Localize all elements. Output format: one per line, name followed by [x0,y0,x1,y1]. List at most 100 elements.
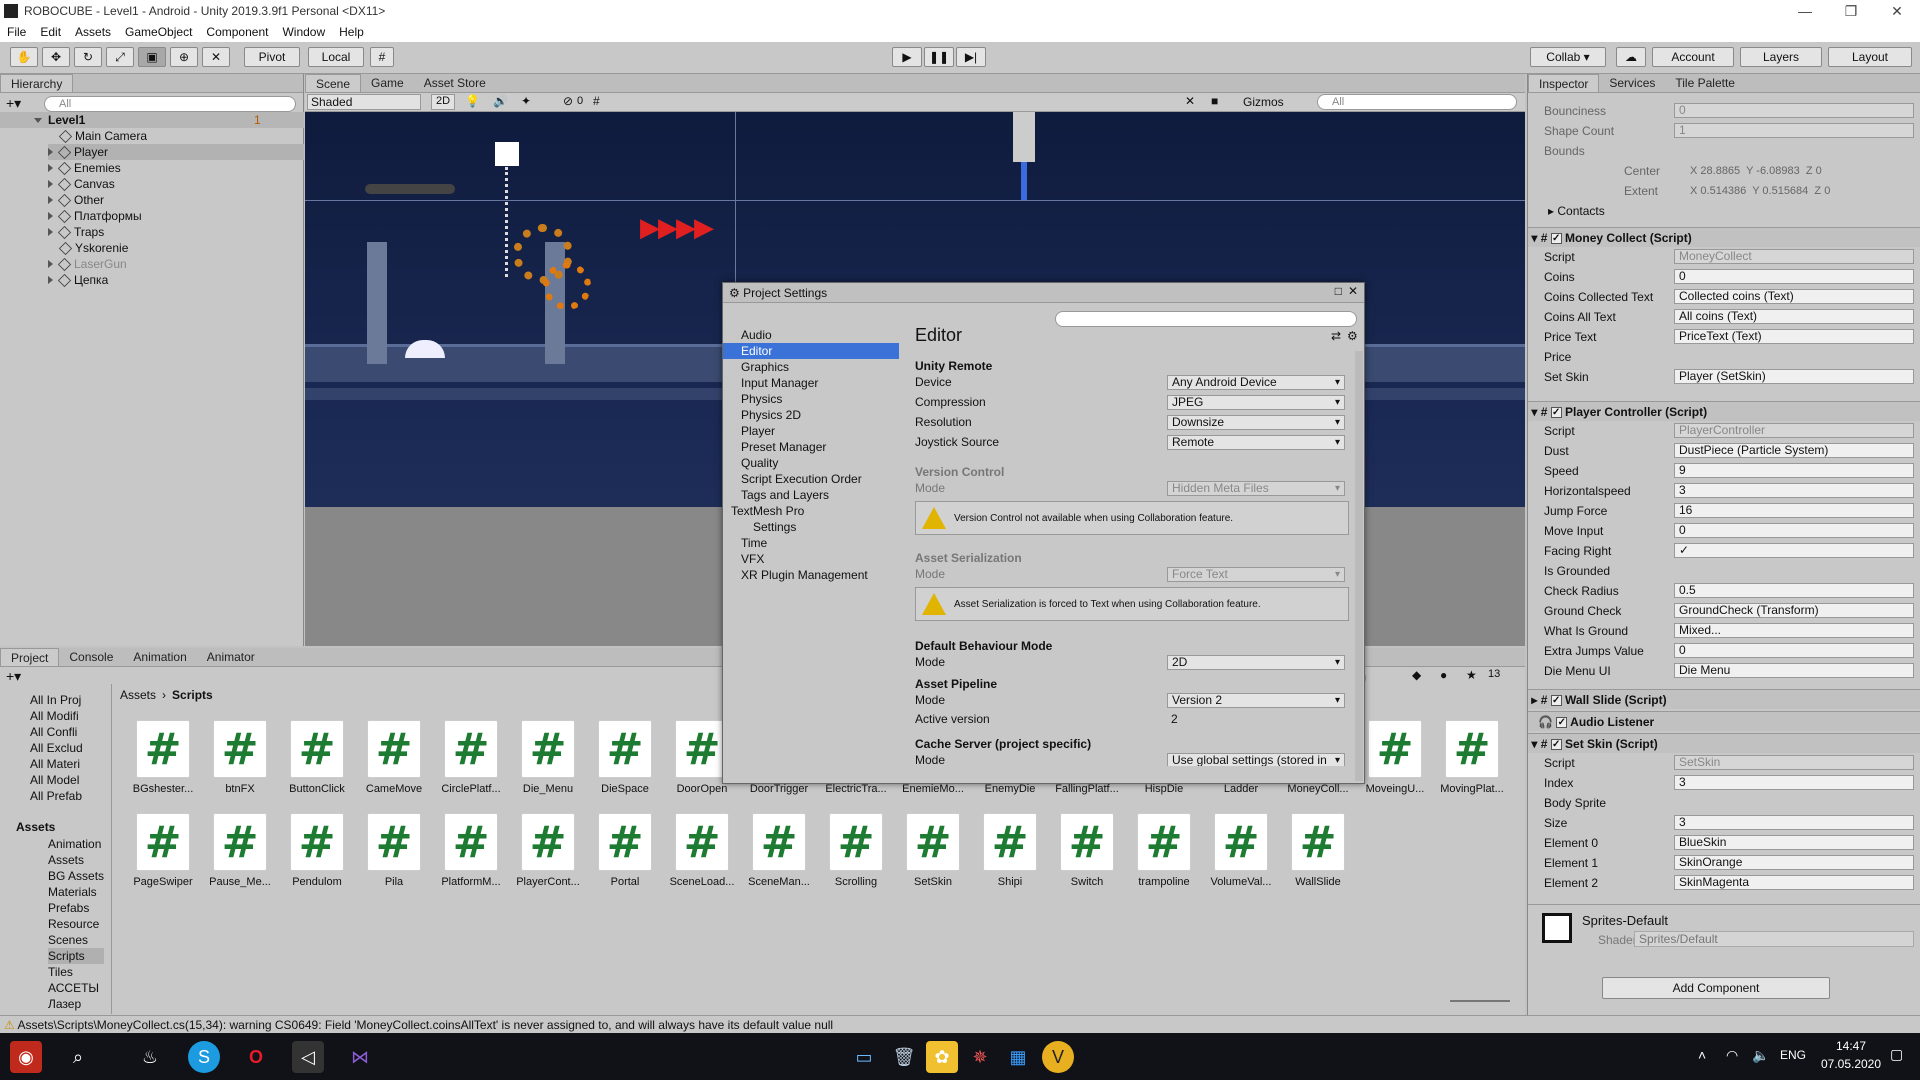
settings-category-item[interactable]: Audio [723,327,899,343]
script-asset[interactable]: # trampoline [1127,813,1201,888]
field-value[interactable]: DustPiece (Particle System) [1674,443,1914,458]
settings-category-item[interactable]: Player [723,423,899,439]
cloud-icon[interactable]: ☁ [1616,47,1646,67]
menu-gameobject[interactable]: GameObject [118,25,199,39]
script-asset[interactable]: # SetSkin [896,813,970,888]
effects-icon[interactable]: ✦ [521,94,531,108]
folder-item[interactable]: АССЕТЫ [48,980,104,996]
search-icon[interactable]: ⌕ [62,1041,94,1073]
favorite-item[interactable]: All Modifi [30,708,83,724]
field-value[interactable]: 0.5 [1674,583,1914,598]
tab-inspector[interactable]: Inspector [1528,74,1600,92]
script-asset[interactable]: # Shipi [973,813,1047,888]
favorite-item[interactable]: All Confli [30,724,83,740]
settings-category-item[interactable]: Settings [723,519,899,535]
money-collect-header[interactable]: ▾ # ✓ Money Collect (Script) [1528,227,1920,247]
v-app-icon[interactable]: V [1042,1041,1074,1073]
script-asset[interactable]: # CirclePlatf... [434,720,508,795]
dialog-close-icon[interactable]: ✕ [1348,284,1358,298]
settings-gear-icon[interactable]: ⚙ [1347,329,1358,343]
hierarchy-search-input[interactable]: All [44,96,296,112]
script-asset[interactable]: # PageSwiper [126,813,200,888]
script-asset[interactable]: # DieSpace [588,720,662,795]
expand-arrow-icon[interactable] [48,196,53,204]
hierarchy-item[interactable]: Other [48,192,104,208]
tab-project[interactable]: Project [0,648,60,666]
hierarchy-item[interactable]: Traps [48,224,104,240]
folder-item[interactable]: Resource [48,916,104,932]
status-bar[interactable]: ⚠ Assets\Scripts\MoneyCollect.cs(15,34):… [0,1015,1920,1033]
script-asset[interactable]: # Portal [588,813,662,888]
settings-category-item[interactable]: Physics [723,391,899,407]
tab-asset-store[interactable]: Asset Store [414,74,496,92]
enable-checkbox[interactable]: ✓ [1556,717,1568,729]
shader-dropdown[interactable]: Sprites/Default [1634,931,1914,947]
field-value[interactable]: Die Menu [1674,663,1914,678]
settings-search-input[interactable] [1055,311,1357,327]
layers-dropdown[interactable]: Layers [1740,47,1822,67]
tab-animator[interactable]: Animator [197,648,265,666]
tab-hierarchy[interactable]: Hierarchy [0,74,74,92]
dialog-titlebar[interactable]: ⚙ Project Settings ✕ □ [723,283,1364,303]
volume-icon[interactable]: 🔈 [1752,1047,1769,1064]
field-value[interactable]: 3 [1674,775,1914,790]
folder-item[interactable]: Scenes [48,932,104,948]
grid-snap-icon[interactable]: # [370,47,394,67]
field-value[interactable]: 0 [1674,523,1914,538]
hierarchy-item[interactable]: Yskorenie [58,240,128,256]
favorite-item[interactable]: All Materi [30,756,83,772]
dialog-scrollbar[interactable] [1355,351,1363,781]
local-button[interactable]: Local [308,47,364,67]
tools-icon[interactable]: ✕ [1185,94,1195,108]
tray-chevron-icon[interactable]: ˄ [1698,1047,1706,1063]
hierarchy-item[interactable]: LaserGun [48,256,127,272]
settings-category-item[interactable]: XR Plugin Management [723,567,899,583]
hierarchy-item[interactable]: Main Camera [58,128,147,144]
recycle-bin-icon[interactable]: 🗑 [888,1041,920,1073]
breadcrumb-scripts[interactable]: Scripts [172,688,213,702]
layout-dropdown[interactable]: Layout [1828,47,1912,67]
field-value[interactable]: BlueSkin [1674,835,1914,850]
icon-size-slider[interactable] [1450,1000,1510,1002]
field-value[interactable]: 16 [1674,503,1914,518]
folder-item[interactable]: Scripts [48,948,105,964]
compression-dropdown[interactable]: JPEG [1167,395,1345,410]
script-asset[interactable]: # MovingPlat... [1435,720,1509,795]
field-value[interactable]: SkinMagenta [1674,875,1914,890]
folder-item[interactable]: Animation [48,836,104,852]
script-asset[interactable]: # WallSlide [1281,813,1355,888]
clock-time[interactable]: 14:47 [1818,1039,1884,1053]
script-asset[interactable]: # Scrolling [819,813,893,888]
settings-category-item[interactable]: TextMesh Pro [723,503,899,519]
settings-category-item[interactable]: Time [723,535,899,551]
lighting-icon[interactable]: 💡 [465,94,480,108]
enable-checkbox[interactable]: ✓ [1550,739,1562,751]
custom-tool-icon[interactable]: ✕ [202,47,230,67]
opera-icon[interactable]: O [240,1041,272,1073]
field-value[interactable]: Player (SetSkin) [1674,369,1914,384]
script-asset[interactable]: # SceneMan... [742,813,816,888]
contacts-foldout[interactable]: ▸ Contacts [1548,202,1918,220]
set-skin-header[interactable]: ▾ # ✓ Set Skin (Script) [1528,733,1920,753]
hierarchy-item[interactable]: Canvas [48,176,115,192]
expand-arrow-icon[interactable] [34,117,42,123]
field-value[interactable]: Collected coins (Text) [1674,289,1914,304]
folder-item[interactable]: Лазер [48,996,104,1012]
language-indicator[interactable]: ENG [1780,1048,1806,1062]
add-component-button[interactable]: Add Component [1602,977,1830,999]
play-button[interactable]: ▶ [892,47,922,67]
settings-category-item[interactable]: Editor [723,343,899,359]
script-asset[interactable]: # SceneLoad... [665,813,739,888]
breadcrumb-assets[interactable]: Assets [120,688,156,702]
field-value[interactable]: 3 [1674,815,1914,830]
player-controller-header[interactable]: ▾ # ✓ Player Controller (Script) [1528,401,1920,421]
field-value[interactable]: ✓ [1674,543,1914,558]
clock-date[interactable]: 07.05.2020 [1818,1057,1884,1071]
paint-app-icon[interactable]: ✿ [926,1041,958,1073]
script-asset[interactable]: # CameMove [357,720,431,795]
menu-assets[interactable]: Assets [68,25,118,39]
behaviour-mode-dropdown[interactable]: 2D [1167,655,1345,670]
script-asset[interactable]: # PlayerCont... [511,813,585,888]
step-button[interactable]: ▶| [956,47,986,67]
script-asset[interactable]: # VolumeVal... [1204,813,1278,888]
